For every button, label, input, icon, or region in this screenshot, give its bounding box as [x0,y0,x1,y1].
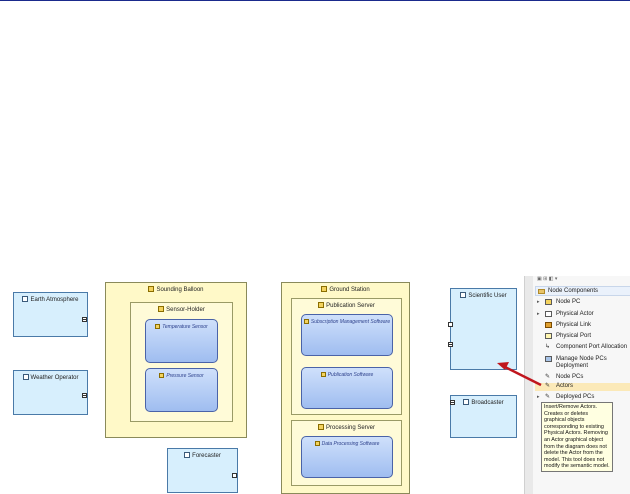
component-subscription-management[interactable]: Subscription Management Software [301,314,393,356]
actors-icon: ✎ [545,383,551,389]
node-icon [321,286,328,292]
actor-earth-atmosphere[interactable]: Earth Atmosphere [13,292,88,337]
node-pcs-icon: ✎ [545,374,551,380]
expand-arrow-icon[interactable]: ▸ [537,311,540,318]
palette-toolbar[interactable]: ▣ ⊞ ◧ ▾ [537,276,630,284]
palette-item-node-pcs[interactable]: ✎ Node PCs [535,374,630,382]
expand-arrow-icon[interactable]: ▸ [537,394,540,401]
component-icon [303,319,309,324]
component-icon [314,441,320,446]
palette-item-deployed-pcs[interactable]: ▸ ✎ Deployed PCs [535,394,630,402]
palette-section-node-components[interactable]: Node Components [535,286,630,296]
palette-layer-icon[interactable]: ◧ [549,276,554,282]
physical-port[interactable] [232,473,237,478]
physical-port-icon [545,333,552,339]
actor-weather-operator[interactable]: Weather Operator [13,370,88,415]
node-publication-server[interactable]: Publication Server Subscription Manageme… [291,298,402,415]
actor-icon [460,292,467,298]
actor-forecaster[interactable]: Forecaster [167,448,238,493]
physical-actor-icon [545,311,552,317]
component-temperature-sensor[interactable]: Temperature Sensor [145,319,218,363]
palette-item-component-port-allocation[interactable]: ↳ Component Port Allocation [535,344,630,352]
node-icon [148,286,155,292]
expand-arrow-icon[interactable]: ▸ [537,299,540,306]
actor-icon [184,452,191,458]
node-sounding-balloon[interactable]: Sounding Balloon Sensor-Holder Temperatu… [105,282,247,438]
component-publication-software[interactable]: Publication Software [301,367,393,409]
physical-port[interactable] [448,322,453,327]
palette-filter-icon[interactable]: ⊞ [543,276,547,282]
actor-icon [22,374,29,380]
physical-port[interactable] [82,393,87,398]
palette-item-actors[interactable]: ✎ Actors [535,383,630,391]
node-ground-station[interactable]: Ground Station Publication Server Subscr… [281,282,410,494]
actor-scientific-user[interactable]: Scientific User [448,288,517,370]
node-sensor-holder[interactable]: Sensor-Holder Temperature Sensor Pressur… [130,302,233,422]
physical-port[interactable] [450,400,455,405]
component-data-processing-software[interactable]: Data Processing Software [301,436,393,478]
palette-item-physical-port[interactable]: Physical Port [535,333,630,341]
palette-menu-icon[interactable]: ▾ [555,276,558,282]
palette-pin-icon[interactable]: ▣ [537,276,542,282]
component-icon [320,372,326,377]
physical-port[interactable] [448,342,453,347]
actor-icon [463,399,470,405]
tooltip-body: Creates or deletes graphical objects cor… [544,410,610,470]
window-top-border [0,0,630,1]
actors-tooltip: Insert/Remove Actors. Creates or deletes… [541,402,613,472]
physical-port[interactable] [82,317,87,322]
node-icon [318,302,325,308]
actor-icon [22,296,29,302]
palette-item-node-pc[interactable]: ▸ Node PC [535,299,630,307]
tooltip-title: Insert/Remove Actors. [544,404,598,410]
manage-deployment-icon [545,356,552,362]
node-processing-server[interactable]: Processing Server Data Processing Softwa… [291,420,402,486]
component-icon [155,324,161,329]
palette-scroll-strip[interactable] [525,276,533,494]
palette-item-physical-link[interactable]: Physical Link [535,322,630,330]
deployed-pcs-icon: ✎ [545,394,551,400]
node-pc-icon [545,299,552,305]
component-pressure-sensor[interactable]: Pressure Sensor [145,368,218,412]
node-icon [158,306,165,312]
palette-item-manage-node-pcs-deployment[interactable]: Manage Node PCs Deployment [535,356,630,371]
physical-link-icon [545,322,552,328]
actor-broadcaster[interactable]: Broadcaster [450,395,517,438]
component-icon [159,373,165,378]
folder-icon [538,289,545,294]
port-allocation-icon: ↳ [545,344,551,350]
node-icon [317,424,324,430]
palette-item-physical-actor[interactable]: ▸ Physical Actor [535,311,630,319]
